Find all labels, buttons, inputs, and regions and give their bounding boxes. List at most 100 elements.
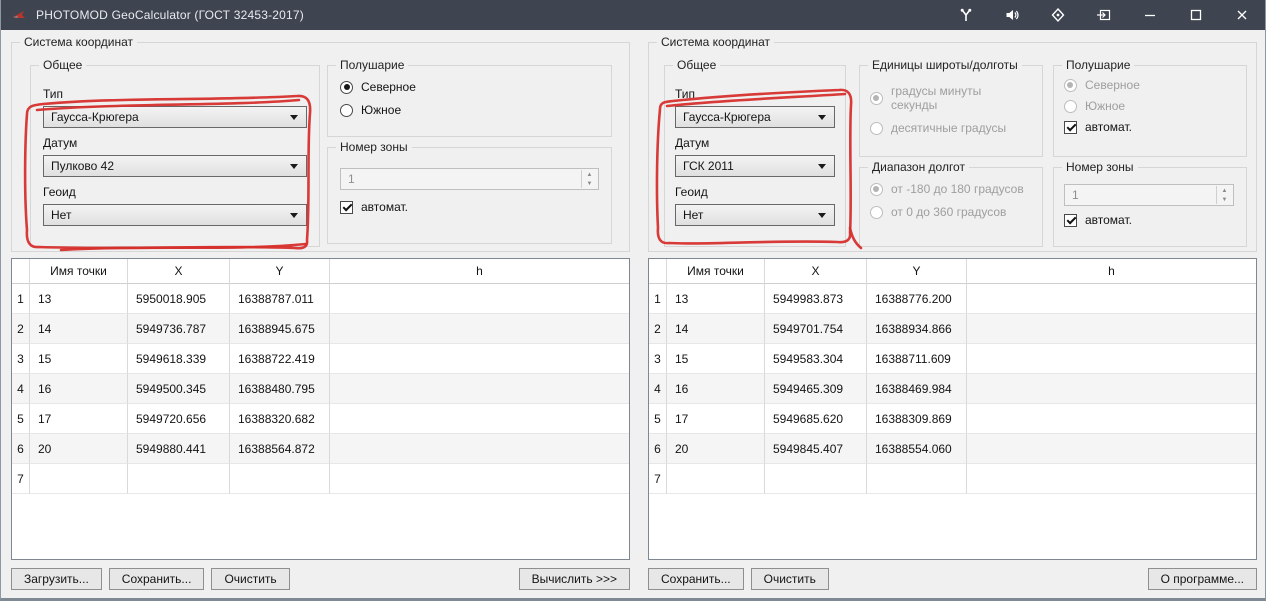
radio-north[interactable]: Северное: [340, 80, 599, 94]
table-cell[interactable]: [967, 374, 1256, 404]
table-cell[interactable]: [967, 404, 1256, 434]
table-cell[interactable]: [765, 464, 867, 494]
table-cell[interactable]: 16388469.984: [867, 374, 967, 404]
table-cell[interactable]: 16388320.682: [230, 404, 330, 434]
save-button[interactable]: Сохранить...: [109, 568, 205, 590]
move-compass-icon[interactable]: [1035, 0, 1081, 30]
table-cell[interactable]: [967, 284, 1256, 314]
spin-down-icon[interactable]: ▼: [582, 179, 597, 188]
table-cell[interactable]: 5949583.304: [765, 344, 867, 374]
compute-button[interactable]: Вычислить >>>: [519, 568, 630, 590]
table-cell[interactable]: [330, 404, 629, 434]
wrench-icon[interactable]: [943, 0, 989, 30]
table-cell[interactable]: 5949685.620: [765, 404, 867, 434]
table-cell[interactable]: 17: [30, 404, 128, 434]
table-cell[interactable]: [330, 344, 629, 374]
column-header[interactable]: Имя точки: [30, 259, 128, 284]
row-number[interactable]: 6: [12, 434, 30, 464]
table-cell[interactable]: 16: [667, 374, 765, 404]
table-cell[interactable]: 13: [30, 284, 128, 314]
table-cell[interactable]: [967, 464, 1256, 494]
table-cell[interactable]: 5949618.339: [128, 344, 230, 374]
table-cell[interactable]: 17: [667, 404, 765, 434]
table-cell[interactable]: 5949880.441: [128, 434, 230, 464]
table-cell[interactable]: 15: [667, 344, 765, 374]
row-number[interactable]: 3: [649, 344, 667, 374]
column-header[interactable]: Y: [867, 259, 967, 284]
table-cell[interactable]: 5949736.787: [128, 314, 230, 344]
table-cell[interactable]: 16388554.060: [867, 434, 967, 464]
table-cell[interactable]: [967, 314, 1256, 344]
column-header[interactable]: X: [765, 259, 867, 284]
table-cell[interactable]: 16388945.675: [230, 314, 330, 344]
type-dropdown[interactable]: Гаусса-Крюгера: [675, 106, 835, 128]
table-cell[interactable]: 14: [30, 314, 128, 344]
table-cell[interactable]: [867, 464, 967, 494]
table-cell[interactable]: [128, 464, 230, 494]
table-cell[interactable]: 5949465.309: [765, 374, 867, 404]
load-button[interactable]: Загрузить...: [11, 568, 102, 590]
table-cell[interactable]: 20: [667, 434, 765, 464]
table-cell[interactable]: 16388722.419: [230, 344, 330, 374]
table-cell[interactable]: [967, 344, 1256, 374]
row-number[interactable]: 7: [649, 464, 667, 494]
close-button[interactable]: [1219, 0, 1265, 30]
zone-number-spinner[interactable]: 1 ▲▼: [340, 168, 599, 190]
datum-dropdown[interactable]: Пулково 42: [43, 155, 307, 177]
column-header[interactable]: Имя точки: [667, 259, 765, 284]
spinner-buttons[interactable]: ▲▼: [581, 170, 597, 188]
spin-down-icon[interactable]: ▼: [1217, 195, 1232, 204]
table-cell[interactable]: 13: [667, 284, 765, 314]
table-cell[interactable]: 5949720.656: [128, 404, 230, 434]
row-number[interactable]: 1: [649, 284, 667, 314]
table-cell[interactable]: [330, 464, 629, 494]
save-button[interactable]: Сохранить...: [648, 568, 744, 590]
column-header[interactable]: Y: [230, 259, 330, 284]
zone-number-spinner[interactable]: 1 ▲▼: [1064, 184, 1234, 206]
table-cell[interactable]: 5950018.905: [128, 284, 230, 314]
clear-button[interactable]: Очистить: [751, 568, 829, 590]
spin-up-icon[interactable]: ▲: [1217, 186, 1232, 195]
table-cell[interactable]: 20: [30, 434, 128, 464]
dock-window-icon[interactable]: [1081, 0, 1127, 30]
table-cell[interactable]: 16388480.795: [230, 374, 330, 404]
table-cell[interactable]: [330, 314, 629, 344]
table-cell[interactable]: 16: [30, 374, 128, 404]
row-number[interactable]: 5: [12, 404, 30, 434]
table-cell[interactable]: 16388711.609: [867, 344, 967, 374]
row-number[interactable]: 4: [649, 374, 667, 404]
clear-button[interactable]: Очистить: [211, 568, 289, 590]
table-cell[interactable]: 16388564.872: [230, 434, 330, 464]
geoid-dropdown[interactable]: Нет: [675, 204, 835, 226]
spinner-buttons[interactable]: ▲▼: [1216, 186, 1232, 204]
table-cell[interactable]: [330, 434, 629, 464]
table-cell[interactable]: [30, 464, 128, 494]
table-cell[interactable]: 16388787.011: [230, 284, 330, 314]
table-cell[interactable]: 16388776.200: [867, 284, 967, 314]
column-header[interactable]: h: [967, 259, 1256, 284]
row-number[interactable]: 3: [12, 344, 30, 374]
about-button[interactable]: О программе...: [1148, 568, 1257, 590]
speaker-icon[interactable]: [989, 0, 1035, 30]
row-number[interactable]: 7: [12, 464, 30, 494]
auto-zone-checkbox[interactable]: автомат.: [1064, 213, 1234, 227]
table-cell[interactable]: [230, 464, 330, 494]
row-number[interactable]: 2: [12, 314, 30, 344]
table-cell[interactable]: [967, 434, 1256, 464]
table-cell[interactable]: 16388309.869: [867, 404, 967, 434]
datum-dropdown[interactable]: ГСК 2011: [675, 155, 835, 177]
row-number[interactable]: 1: [12, 284, 30, 314]
row-number[interactable]: 6: [649, 434, 667, 464]
row-number[interactable]: 5: [649, 404, 667, 434]
geoid-dropdown[interactable]: Нет: [43, 204, 307, 226]
row-number[interactable]: 2: [649, 314, 667, 344]
radio-south[interactable]: Южное: [340, 103, 599, 117]
auto-hemisphere-checkbox[interactable]: автомат.: [1064, 120, 1234, 134]
column-header[interactable]: h: [330, 259, 629, 284]
table-cell[interactable]: [667, 464, 765, 494]
type-dropdown[interactable]: Гаусса-Крюгера: [43, 106, 307, 128]
maximize-button[interactable]: [1173, 0, 1219, 30]
auto-zone-checkbox[interactable]: автомат.: [340, 200, 599, 214]
column-header[interactable]: X: [128, 259, 230, 284]
table-cell[interactable]: 5949701.754: [765, 314, 867, 344]
